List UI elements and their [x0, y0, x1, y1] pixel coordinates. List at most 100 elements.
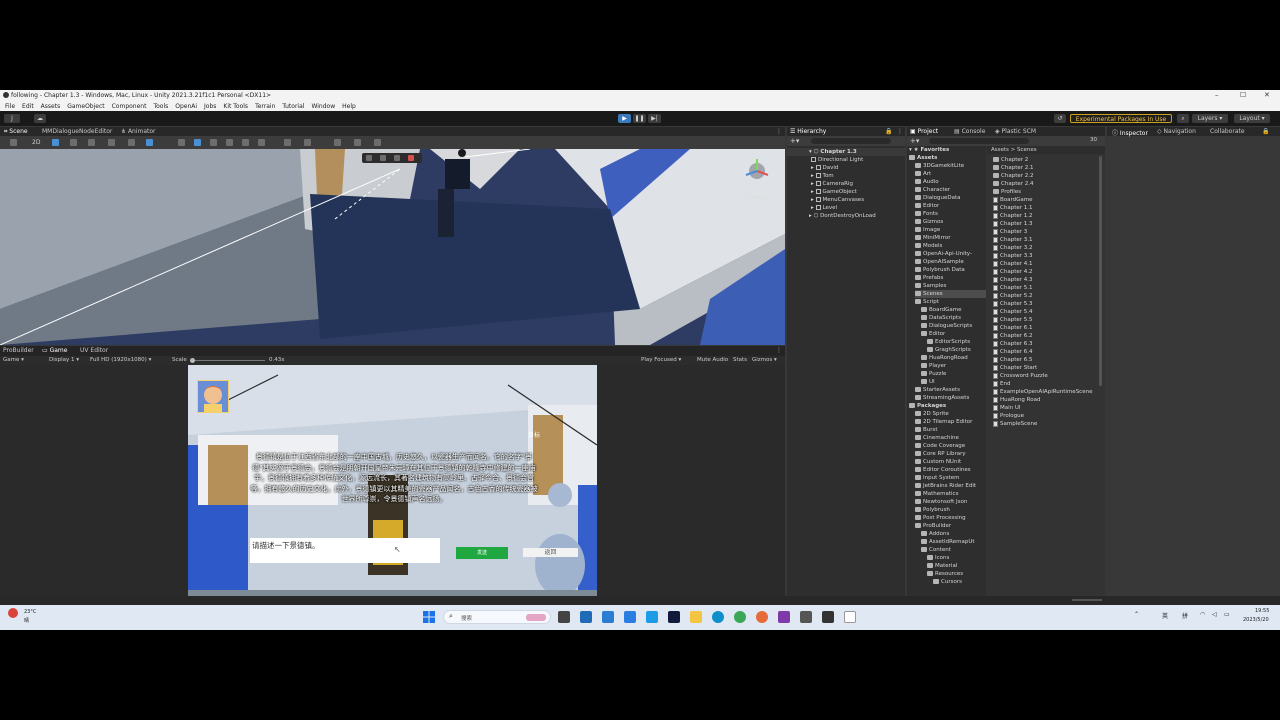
scale-tool-icon[interactable]: [226, 139, 233, 146]
face-mode-icon[interactable]: [408, 155, 414, 161]
global-icon[interactable]: [304, 139, 311, 146]
project-tree-item[interactable]: 3DGamekitLite: [915, 162, 964, 170]
breadcrumb-assets[interactable]: Assets: [991, 147, 1009, 153]
scene-asset-item[interactable]: End: [993, 380, 1010, 388]
gizmos-icon[interactable]: [146, 139, 153, 146]
gizmos-dropdown[interactable]: Gizmos ▾: [752, 357, 777, 363]
layout-dropdown[interactable]: Layout ▾: [1234, 114, 1270, 123]
project-tree-item[interactable]: Burst: [915, 426, 938, 434]
project-tree-item[interactable]: Input System: [915, 474, 960, 482]
project-tree-item[interactable]: Models: [915, 242, 942, 250]
snap-increment-icon[interactable]: [354, 139, 361, 146]
fx-icon[interactable]: [88, 139, 95, 146]
scene-asset-item[interactable]: SampleScene: [993, 420, 1037, 428]
hierarchy-item[interactable]: ▸ CameraRig: [811, 180, 853, 188]
project-tree-item[interactable]: BoardGame: [921, 306, 962, 314]
back-button[interactable]: 返回: [523, 548, 578, 557]
project-tree-item[interactable]: Fonts: [915, 210, 938, 218]
project-tree-item[interactable]: Art: [915, 170, 931, 178]
hierarchy-item[interactable]: ▸ GameObject: [811, 188, 857, 196]
hierarchy-search-input[interactable]: [811, 138, 891, 144]
project-tree-item[interactable]: GraghScripts: [927, 346, 971, 354]
project-tree-item[interactable]: Material: [927, 562, 957, 570]
project-tree-item[interactable]: Audio: [915, 178, 939, 186]
project-tree-item[interactable]: 2D Sprite: [915, 410, 949, 418]
scene-asset-item[interactable]: Chapter 6.1: [993, 324, 1032, 332]
scene-asset-item[interactable]: Chapter 5.1: [993, 284, 1032, 292]
edge-browser-icon[interactable]: [712, 611, 724, 623]
project-tree-item[interactable]: StreamingAssets: [915, 394, 969, 402]
project-tree-item[interactable]: HuaRongRoad: [921, 354, 968, 362]
game-view[interactable]: 目标 景德镇是位于江西省东北部的一座中国古城，历史悠久，以瓷器生产而闻名。它的名…: [188, 365, 597, 596]
project-tree-item[interactable]: MiniMirror: [915, 234, 951, 242]
project-tree-item[interactable]: Assets: [909, 154, 937, 162]
hierarchy-scene-root[interactable]: ▾ ⬡ Chapter 1.3: [787, 148, 905, 156]
scene-asset-item[interactable]: Chapter 5.5: [993, 316, 1032, 324]
2d-toggle[interactable]: 2D: [32, 139, 40, 146]
scene-asset-item[interactable]: Chapter 3.1: [993, 236, 1032, 244]
project-tree-item[interactable]: Puzzle: [921, 370, 946, 378]
scene-asset-item[interactable]: Chapter 5.4: [993, 308, 1032, 316]
layers-dropdown[interactable]: Layers ▾: [1192, 114, 1228, 123]
scene-asset-item[interactable]: Chapter 2: [993, 156, 1028, 164]
menu-terrain[interactable]: Terrain: [255, 103, 275, 110]
scene-asset-item[interactable]: Main UI: [993, 404, 1021, 412]
tab-animator[interactable]: ⋔ Animator: [121, 128, 156, 135]
search-icon[interactable]: ⌕: [1177, 114, 1189, 123]
project-tree-item[interactable]: Script: [915, 298, 939, 306]
scene-asset-item[interactable]: Chapter 6.5: [993, 356, 1032, 364]
volume-icon[interactable]: ◁: [1212, 611, 1217, 618]
draw-mode-icon[interactable]: [10, 139, 17, 146]
project-tree-item[interactable]: DialogueScripts: [921, 322, 972, 330]
project-tree-item[interactable]: OpenAi-Api-Unity-: [915, 250, 972, 258]
project-tree-item[interactable]: DataScripts: [921, 314, 961, 322]
menu-kit-tools[interactable]: Kit Tools: [223, 103, 248, 110]
todo-app-icon[interactable]: [624, 611, 636, 623]
resolution-dropdown[interactable]: Full HD (1920x1080) ▾: [90, 357, 151, 363]
scene-asset-item[interactable]: Profiles: [993, 188, 1021, 196]
add-object-icon[interactable]: +▾: [790, 137, 799, 145]
pause-button[interactable]: ❚❚: [633, 114, 646, 123]
favorites-header[interactable]: ▾ ★ Favorites: [909, 146, 949, 154]
rotate-tool-icon[interactable]: [210, 139, 217, 146]
visual-studio-icon[interactable]: [778, 611, 790, 623]
account-dropdown[interactable]: J: [4, 114, 20, 123]
project-tree-item[interactable]: Editor: [915, 202, 939, 210]
battery-icon[interactable]: ▭: [1224, 611, 1230, 618]
create-asset-icon[interactable]: +▾: [910, 137, 919, 145]
hierarchy-item[interactable]: Directional Light: [811, 156, 863, 164]
clock-date[interactable]: 2023/5/20: [1243, 617, 1269, 623]
project-tree-item[interactable]: JetBrains Rider Edit: [915, 482, 976, 490]
project-tree-item[interactable]: Core RP Library: [915, 450, 966, 458]
hierarchy-item[interactable]: ▸ Level: [811, 204, 837, 212]
tab-scene[interactable]: ⌗ Scene: [4, 128, 28, 136]
object-mode-icon[interactable]: [366, 155, 372, 161]
close-button[interactable]: ✕: [1264, 91, 1270, 99]
project-tree-item[interactable]: Gizmos: [915, 218, 943, 226]
breadcrumb-scenes[interactable]: Scenes: [1017, 147, 1037, 153]
scene-asset-item[interactable]: Chapter 3.3: [993, 252, 1032, 260]
scene-asset-item[interactable]: Chapter 2.4: [993, 180, 1033, 188]
project-tree-item[interactable]: Scenes: [915, 290, 986, 298]
scene-asset-item[interactable]: Chapter 5.3: [993, 300, 1032, 308]
project-tree-item[interactable]: Cursors: [933, 578, 962, 586]
pivot-icon[interactable]: [284, 139, 291, 146]
project-tree-item[interactable]: Editor: [921, 330, 945, 338]
wifi-icon[interactable]: ◠: [1200, 611, 1205, 618]
hand-tool-icon[interactable]: [178, 139, 185, 146]
scene-asset-item[interactable]: Chapter 1.2: [993, 212, 1032, 220]
scene-asset-item[interactable]: Chapter 6.4: [993, 348, 1032, 356]
project-tree-item[interactable]: Newtonsoft Json: [915, 498, 967, 506]
project-tree-item[interactable]: Resources: [927, 570, 963, 578]
project-tree-item[interactable]: AssetIdRemapUt: [921, 538, 975, 546]
hierarchy-item[interactable]: ▸ David: [811, 164, 838, 172]
jetbrains-icon[interactable]: [668, 611, 680, 623]
tab-navigation[interactable]: ◇ Navigation: [1157, 128, 1196, 135]
scene-asset-item[interactable]: Chapter 1.3: [993, 220, 1032, 228]
project-zoom-slider[interactable]: [1072, 599, 1102, 601]
asset-list-scrollbar[interactable]: [1099, 156, 1102, 386]
move-tool-icon[interactable]: [194, 139, 201, 146]
project-tree-item[interactable]: Mathematics: [915, 490, 958, 498]
menu-openai[interactable]: OpenAi: [175, 103, 197, 110]
rect-tool-icon[interactable]: [242, 139, 249, 146]
